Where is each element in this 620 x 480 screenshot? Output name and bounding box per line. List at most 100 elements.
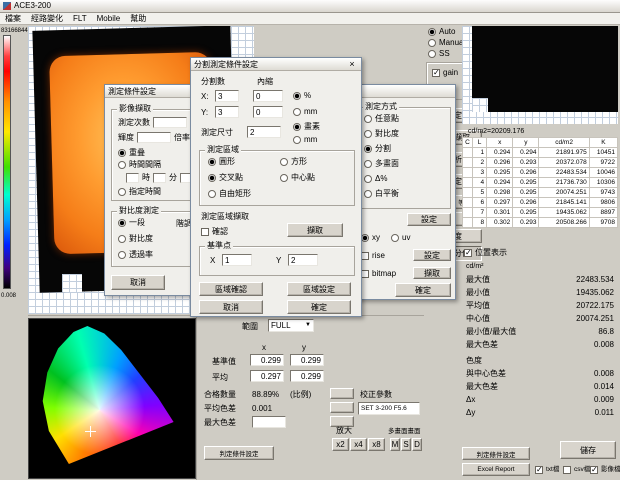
interval-radio[interactable]	[118, 161, 126, 169]
region-confirm-button[interactable]: 區域確認	[199, 282, 263, 296]
stat-label: Δy	[466, 408, 475, 418]
method-split-radio[interactable]	[364, 145, 372, 153]
stat-label: 最小值	[466, 288, 490, 298]
chevron-down-icon[interactable]: ▼	[305, 321, 311, 330]
x-division-input[interactable]: 3	[215, 90, 239, 102]
measure-times-input[interactable]	[153, 117, 187, 128]
menu-flt[interactable]: FLT	[73, 14, 87, 23]
multi-s-button[interactable]: S	[401, 438, 411, 451]
area-free-radio[interactable]	[208, 190, 216, 198]
area-square-radio[interactable]	[280, 158, 288, 166]
csv-file-checkbox[interactable]	[563, 466, 571, 474]
method-ok-button[interactable]: 確定	[395, 283, 451, 297]
area-cross-radio[interactable]	[208, 174, 216, 182]
percent-radio[interactable]	[293, 92, 301, 100]
dialog-split-titlebar[interactable]: 分割測定條件設定 ×	[191, 58, 361, 71]
menu-mobile[interactable]: Mobile	[97, 14, 121, 23]
region-set-button[interactable]: 區域設定	[287, 282, 351, 296]
measure-cancel-button[interactable]: 取消	[111, 275, 165, 290]
split-cancel-button[interactable]: 取消	[199, 300, 263, 314]
specified-time-radio[interactable]	[118, 188, 126, 196]
method-multiscreen-radio[interactable]	[364, 160, 372, 168]
measure-size-input[interactable]: 2	[247, 126, 281, 138]
gain-checkbox[interactable]	[432, 69, 440, 77]
rise-checkbox[interactable]	[361, 252, 369, 260]
ss-radio[interactable]	[428, 50, 436, 58]
bottom-judge-condition-button[interactable]: 判定條件設定	[204, 446, 274, 460]
method-contrast-radio[interactable]	[364, 130, 372, 138]
manual-radio[interactable]	[428, 39, 436, 47]
menu-path-change[interactable]: 經路變化	[31, 13, 63, 24]
base-x-input[interactable]: 1	[222, 254, 252, 266]
y-division-input[interactable]: 3	[215, 106, 239, 118]
bitmap-checkbox[interactable]	[361, 270, 369, 278]
table-row: 40.2940.29521736.73010306	[463, 178, 618, 188]
menu-file[interactable]: 檔案	[5, 13, 21, 24]
x-inner-input[interactable]: 0	[253, 90, 283, 102]
confirm-label: 確認	[212, 227, 228, 237]
zoom-x8-button[interactable]: x8	[368, 438, 385, 451]
image-file-checkbox[interactable]	[590, 466, 598, 474]
zoom-x4-button[interactable]: x4	[350, 438, 367, 451]
aux-button-2[interactable]	[330, 402, 354, 413]
xy-radio[interactable]	[361, 234, 369, 242]
stat-row: 中心值 20074.251	[466, 314, 614, 324]
multi-d-button[interactable]: D	[412, 438, 422, 451]
chroma-stat-row: Δx 0.009	[466, 395, 614, 405]
uv-radio[interactable]	[391, 234, 399, 242]
area-free-label: 自由矩形	[219, 189, 251, 199]
group-measure-method-label: 測定方式	[363, 102, 399, 112]
cie-diagram[interactable]	[28, 318, 196, 479]
close-icon[interactable]: ×	[346, 59, 358, 70]
pixel-radio[interactable]	[293, 123, 301, 131]
method-whitebalance-radio[interactable]	[364, 190, 372, 198]
confirm-checkbox[interactable]	[201, 228, 209, 236]
bottom-col-y: y	[302, 343, 306, 353]
area-capture-button[interactable]: 擷取	[287, 223, 343, 237]
mm-radio[interactable]	[293, 108, 301, 116]
stat-label: Δx	[466, 395, 475, 405]
chroma-stat-row: Δy 0.011	[466, 408, 614, 418]
overlap-radio[interactable]	[118, 149, 126, 157]
position-display-checkbox[interactable]	[464, 249, 472, 257]
method-delta-radio[interactable]	[364, 175, 372, 183]
range-label: 範圍	[242, 322, 258, 332]
rise-set-button[interactable]: 設定	[413, 249, 451, 261]
thumbnail-camera-image	[472, 26, 618, 112]
avg-diff-label: 平均色差	[204, 404, 236, 414]
save-button[interactable]: 儲存	[560, 441, 616, 459]
method-set-button[interactable]: 設定	[407, 213, 451, 226]
zoom-x2-button[interactable]: x2	[332, 438, 349, 451]
position-display-label: 位置表示	[475, 248, 507, 258]
y-inner-input[interactable]: 0	[253, 106, 283, 118]
method-anypoint-radio[interactable]	[364, 115, 372, 123]
excel-report-button[interactable]: Excel Report	[462, 463, 530, 476]
interval-hour-input[interactable]	[126, 173, 139, 183]
bitmap-capture-button[interactable]: 擷取	[413, 267, 451, 279]
method-split-label: 分割	[375, 144, 391, 154]
calibration-label: 校正參數	[360, 390, 392, 400]
multi-m-button[interactable]: M	[390, 438, 400, 451]
menu-help[interactable]: 幫助	[130, 13, 146, 24]
range-select[interactable]: FULL ▼	[268, 319, 314, 332]
area-center-radio[interactable]	[280, 174, 288, 182]
txt-file-checkbox[interactable]	[535, 466, 543, 474]
thumbnail-image-view[interactable]	[462, 26, 618, 124]
transmittance-radio[interactable]	[118, 251, 126, 259]
area-square-label: 方形	[291, 157, 307, 167]
one-step-radio[interactable]	[118, 219, 126, 227]
reference-x-value: 0.299	[250, 354, 284, 366]
average-x-value: 0.297	[250, 370, 284, 382]
measurement-table[interactable]: C L x y cd/m2 K 10.2940.29421891.9751045…	[462, 137, 618, 228]
base-y-input[interactable]: 2	[288, 254, 318, 266]
luminance-input[interactable]	[137, 132, 171, 143]
inner-margin-label: 內縮	[257, 77, 273, 87]
interval-min-input[interactable]	[153, 173, 166, 183]
aux-button-1[interactable]	[330, 388, 354, 399]
judge-condition-button[interactable]: 判定條件設定	[462, 447, 530, 460]
size-mm-radio[interactable]	[293, 136, 301, 144]
split-ok-button[interactable]: 確定	[287, 300, 351, 314]
contrast-radio[interactable]	[118, 235, 126, 243]
auto-radio[interactable]	[428, 28, 436, 36]
area-circle-radio[interactable]	[208, 158, 216, 166]
